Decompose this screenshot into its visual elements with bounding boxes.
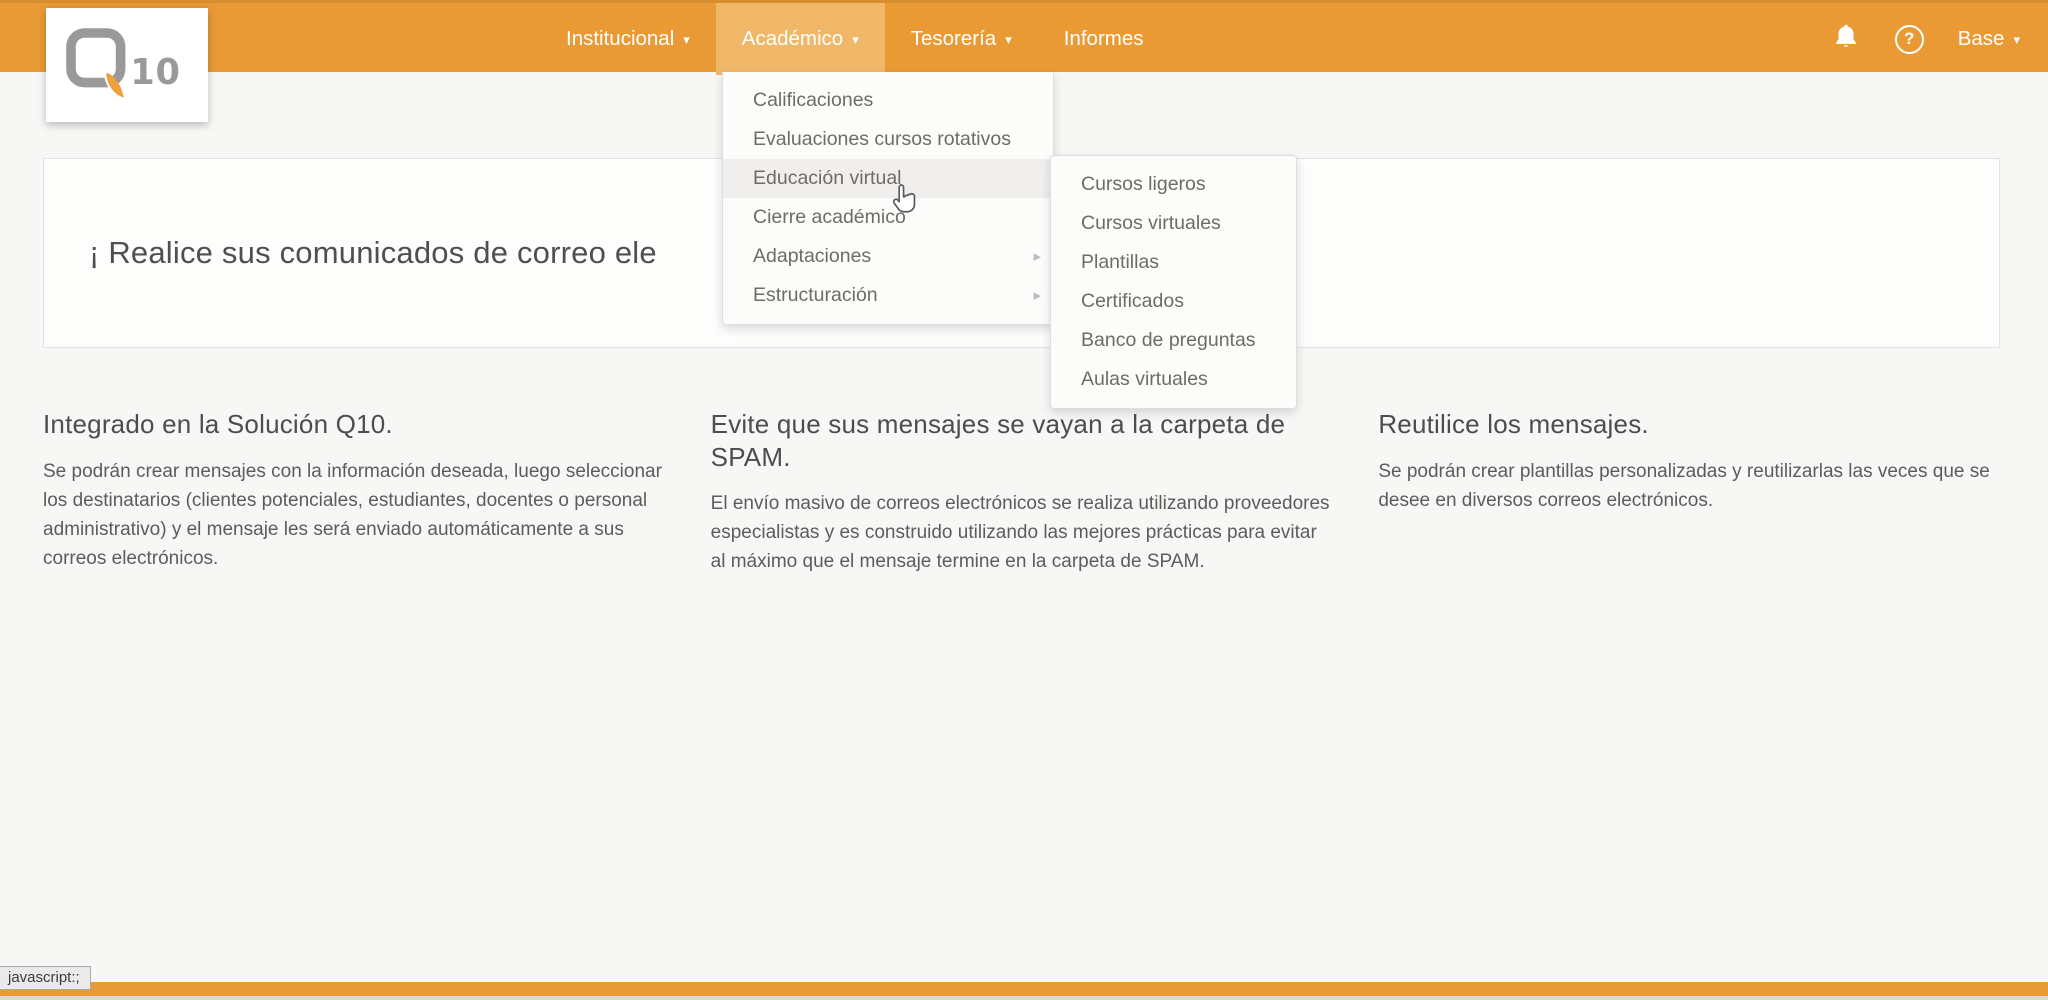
q10-logo[interactable]: 10 bbox=[46, 8, 208, 122]
nav-item-institucional[interactable]: Institucional ▾ bbox=[540, 3, 716, 75]
submenu-item-cursos-ligeros[interactable]: Cursos ligeros bbox=[1051, 165, 1296, 204]
account-label: Base bbox=[1957, 27, 2005, 50]
menu-item-label: Banco de preguntas bbox=[1081, 329, 1256, 351]
feature-title: Reutilice los mensajes. bbox=[1378, 409, 1649, 439]
submenu-item-cursos-virtuales[interactable]: Cursos virtuales bbox=[1051, 204, 1296, 243]
feature-spam: Evite que sus mensajes se vayan a la car… bbox=[711, 408, 1333, 576]
account-menu[interactable]: Base ▾ bbox=[1958, 27, 2020, 51]
submenu-item-aulas-virtuales[interactable]: Aulas virtuales bbox=[1051, 360, 1296, 399]
feature-integrado: Integrado en la Solución Q10. Se podrán … bbox=[43, 408, 665, 576]
main-menu: Institucional ▾ Académico ▾ Tesorería ▾ … bbox=[540, 3, 1170, 75]
feature-body: Se podrán crear plantillas personalizada… bbox=[1378, 460, 1990, 511]
feature-body: El envío masivo de correos electrónicos … bbox=[710, 493, 1330, 572]
help-icon[interactable]: ? bbox=[1894, 24, 1924, 54]
submenu-arrow-icon: ▸ bbox=[1033, 248, 1041, 265]
menu-item-label: Aulas virtuales bbox=[1081, 368, 1208, 390]
submenu-item-plantillas[interactable]: Plantillas bbox=[1051, 243, 1296, 282]
footer-edge bbox=[0, 996, 2048, 1000]
nav-item-tesoreria[interactable]: Tesorería ▾ bbox=[885, 3, 1038, 75]
menu-item-label: Cierre académico bbox=[753, 206, 906, 228]
q10-logo-icon: 10 bbox=[66, 28, 181, 99]
top-navbar: Institucional ▾ Académico ▾ Tesorería ▾ … bbox=[0, 0, 2048, 75]
menu-item-cierre-academico[interactable]: Cierre académico bbox=[723, 198, 1053, 237]
menu-item-label: Certificados bbox=[1081, 290, 1184, 312]
menu-item-label: Cursos ligeros bbox=[1081, 173, 1206, 195]
educacion-virtual-submenu: Cursos ligeros Cursos virtuales Plantill… bbox=[1050, 155, 1297, 409]
nav-item-label: Informes bbox=[1063, 27, 1144, 50]
menu-item-label: Evaluaciones cursos rotativos bbox=[753, 128, 1011, 150]
nav-item-label: Académico bbox=[741, 27, 844, 50]
academico-dropdown: Calificaciones Evaluaciones cursos rotat… bbox=[722, 72, 1054, 325]
caret-down-icon: ▾ bbox=[2013, 32, 2020, 47]
help-glyph: ? bbox=[1904, 29, 1915, 48]
caret-down-icon: ▾ bbox=[1005, 32, 1012, 47]
feature-title: Evite que sus mensajes se vayan a la car… bbox=[710, 409, 1286, 472]
feature-columns: Integrado en la Solución Q10. Se podrán … bbox=[0, 408, 2048, 576]
feature-reutilice: Reutilice los mensajes. Se podrán crear … bbox=[1378, 408, 2000, 576]
menu-item-educacion-virtual[interactable]: Educación virtual bbox=[723, 159, 1053, 198]
page: Institucional ▾ Académico ▾ Tesorería ▾ … bbox=[0, 0, 2048, 1000]
nav-item-informes[interactable]: Informes bbox=[1038, 3, 1170, 75]
menu-item-label: Educación virtual bbox=[753, 167, 902, 189]
feature-title: Integrado en la Solución Q10. bbox=[43, 409, 393, 439]
menu-item-label: Plantillas bbox=[1081, 251, 1160, 273]
menu-item-evaluaciones-cursos-rotativos[interactable]: Evaluaciones cursos rotativos bbox=[723, 120, 1053, 159]
nav-item-academico[interactable]: Académico ▾ bbox=[715, 3, 885, 75]
notifications-bell-icon[interactable] bbox=[1831, 22, 1861, 57]
caret-down-icon: ▾ bbox=[683, 32, 690, 47]
banner-text: ¡ Realice sus comunicados de correo ele bbox=[89, 235, 657, 270]
svg-text:10: 10 bbox=[130, 52, 181, 93]
status-bar-link-preview: javascript:; bbox=[0, 966, 91, 990]
submenu-arrow-icon: ▸ bbox=[1033, 287, 1041, 304]
navbar-right-group: ? Base ▾ bbox=[1831, 3, 2020, 75]
nav-item-label: Tesorería bbox=[910, 27, 997, 50]
caret-down-icon: ▾ bbox=[852, 32, 859, 47]
status-text: javascript:; bbox=[8, 969, 80, 986]
nav-item-label: Institucional bbox=[566, 27, 675, 50]
footer-orange-bar bbox=[0, 982, 2048, 996]
mouse-cursor-icon bbox=[890, 182, 920, 221]
feature-body: Se podrán crear mensajes con la informac… bbox=[43, 460, 662, 569]
submenu-item-certificados[interactable]: Certificados bbox=[1051, 282, 1296, 321]
menu-item-label: Estructuración bbox=[753, 284, 878, 306]
menu-item-adaptaciones[interactable]: Adaptaciones ▸ bbox=[723, 237, 1053, 276]
menu-item-label: Cursos virtuales bbox=[1081, 212, 1221, 234]
menu-item-calificaciones[interactable]: Calificaciones bbox=[723, 81, 1053, 120]
submenu-item-banco-de-preguntas[interactable]: Banco de preguntas bbox=[1051, 321, 1296, 360]
menu-item-label: Adaptaciones bbox=[753, 245, 872, 267]
menu-item-label: Calificaciones bbox=[753, 89, 874, 111]
menu-item-estructuracion[interactable]: Estructuración ▸ bbox=[723, 276, 1053, 315]
